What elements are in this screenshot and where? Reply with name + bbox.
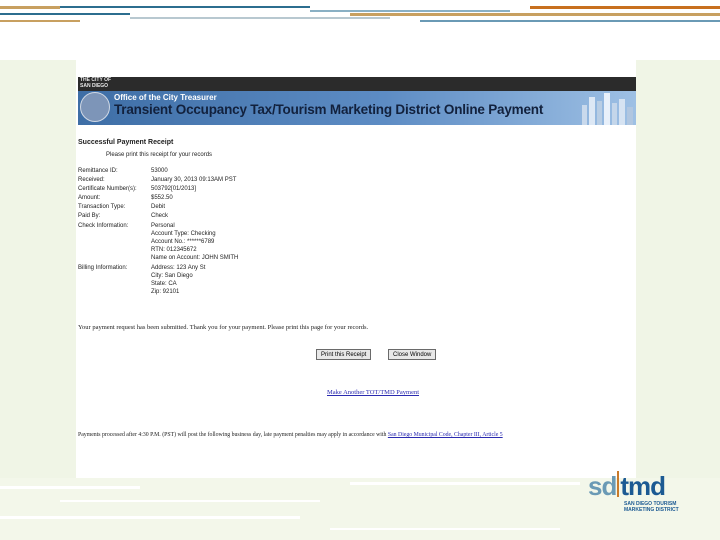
sdtmd-logo-mark: sd tmd bbox=[588, 471, 666, 502]
city-logo-text: THE CITY OF SAN DIEGO bbox=[80, 77, 111, 89]
logo-tmd: tmd bbox=[620, 471, 666, 501]
city-seal-icon bbox=[80, 92, 110, 122]
receipt-title: Successful Payment Receipt bbox=[78, 139, 174, 146]
logo-sub-line2: MARKETING DISTRICT bbox=[624, 507, 679, 513]
footer-note: Payments processed after 4:30 P.M. (PST)… bbox=[78, 432, 503, 438]
logo-subtitle: SAN DIEGO TOURISM MARKETING DISTRICT bbox=[624, 501, 679, 513]
sdtmd-logo: sd tmd SAN DIEGO TOURISM MARKETING DISTRI… bbox=[588, 471, 698, 515]
footer-text: Payments processed after 4:30 P.M. (PST)… bbox=[78, 432, 388, 438]
page-title: Transient Occupancy Tax/Tourism Marketin… bbox=[114, 102, 544, 117]
payment-receipt-screenshot: THE CITY OF SAN DIEGO Office of the City… bbox=[78, 77, 636, 451]
slide-side-panel-left bbox=[0, 60, 76, 480]
office-name: Office of the City Treasurer bbox=[114, 93, 217, 102]
skyline-icon bbox=[582, 93, 633, 125]
municipal-code-link[interactable]: San Diego Municipal Code, Chapter III, A… bbox=[388, 432, 503, 438]
submitted-message: Your payment request has been submitted.… bbox=[78, 324, 369, 331]
slide-side-panel-right bbox=[636, 60, 720, 480]
header-banner: Office of the City Treasurer Transient O… bbox=[78, 91, 636, 125]
city-logo-line2: SAN DIEGO bbox=[80, 83, 109, 89]
close-window-button[interactable]: Close Window bbox=[388, 349, 437, 360]
print-receipt-button[interactable]: Print this Receipt bbox=[316, 349, 372, 360]
logo-sd: sd bbox=[588, 471, 617, 501]
header-top-bar: THE CITY OF SAN DIEGO bbox=[78, 77, 636, 91]
make-another-payment-link[interactable]: Make Another TOT/TMD Payment bbox=[327, 389, 419, 396]
print-note: Please print this receipt for your recor… bbox=[106, 152, 213, 158]
